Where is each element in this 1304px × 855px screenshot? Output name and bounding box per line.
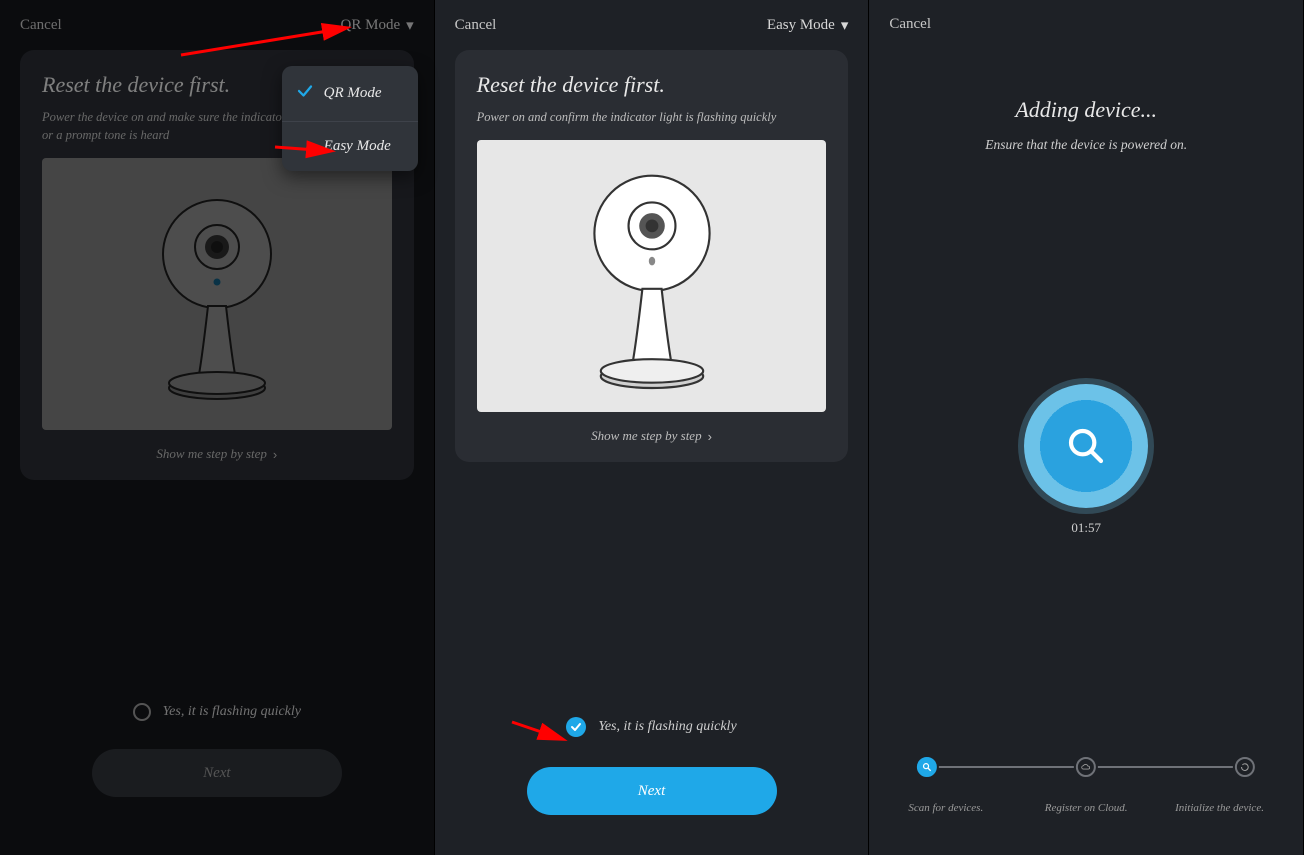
cancel-button[interactable]: Cancel: [455, 17, 497, 34]
dropdown-item-label: Easy Mode: [324, 138, 391, 155]
card-subtitle: Power on and confirm the indicator light…: [477, 108, 827, 126]
search-icon: [1066, 426, 1106, 466]
next-button-label: Next: [638, 783, 666, 800]
progress-node-register: [1076, 757, 1096, 777]
confirm-label: Yes, it is flashing quickly: [163, 704, 301, 720]
progress-node-scan: [917, 757, 937, 777]
chevron-right-icon: ›: [708, 429, 712, 444]
adding-subtitle: Ensure that the device is powered on.: [869, 137, 1303, 153]
show-steps-label: Show me step by step: [156, 446, 266, 462]
next-button[interactable]: Next: [527, 767, 777, 815]
dropdown-item-easy-mode[interactable]: Easy Mode: [282, 121, 418, 171]
mode-dropdown-button[interactable]: QR Mode ▾: [341, 16, 414, 34]
progress-line: [1098, 766, 1233, 768]
chevron-down-icon: ▾: [406, 16, 414, 34]
cancel-button[interactable]: Cancel: [889, 16, 931, 33]
scanning-indicator: [1024, 384, 1148, 508]
cloud-icon: [1081, 762, 1091, 772]
device-illustration: [42, 158, 392, 430]
reset-card: Reset the device first. Power on and con…: [455, 50, 849, 462]
confirm-label: Yes, it is flashing quickly: [598, 719, 736, 735]
device-illustration: [477, 140, 827, 412]
screen-qr-mode: Cancel QR Mode ▾ Reset the device first.…: [0, 0, 435, 855]
next-button-label: Next: [203, 765, 231, 782]
show-steps-label: Show me step by step: [591, 428, 701, 444]
progress-label-initialize: Initialize the device.: [1147, 801, 1264, 815]
confirm-row[interactable]: Yes, it is flashing quickly: [435, 717, 869, 737]
progress-node-initialize: [1235, 757, 1255, 777]
screen-adding-device: Cancel Adding device... Ensure that the …: [869, 0, 1304, 855]
progress-line: [939, 766, 1074, 768]
dropdown-item-label: QR Mode: [324, 85, 382, 102]
progress-labels: Scan for devices. Register on Cloud. Ini…: [908, 801, 1264, 815]
show-steps-link[interactable]: Show me step by step ›: [42, 446, 392, 462]
mode-dropdown-menu: QR Mode Easy Mode: [282, 66, 418, 171]
checkbox-unchecked-icon[interactable]: [133, 703, 151, 721]
check-icon: [296, 82, 314, 105]
chevron-right-icon: ›: [273, 447, 277, 462]
show-steps-link[interactable]: Show me step by step ›: [477, 428, 827, 444]
refresh-icon: [1240, 762, 1250, 772]
search-icon: [922, 762, 932, 772]
topbar: Cancel Easy Mode ▾: [435, 0, 869, 44]
topbar: Cancel QR Mode ▾: [0, 0, 434, 44]
chevron-down-icon: ▾: [841, 16, 849, 34]
screen-easy-mode: Cancel Easy Mode ▾ Reset the device firs…: [435, 0, 870, 855]
topbar: Cancel: [869, 0, 1303, 43]
confirm-row[interactable]: Yes, it is flashing quickly: [0, 703, 434, 721]
progress-label-scan: Scan for devices.: [908, 801, 1025, 815]
mode-dropdown-button[interactable]: Easy Mode ▾: [767, 16, 848, 34]
dropdown-item-qr-mode[interactable]: QR Mode: [282, 66, 418, 121]
adding-title: Adding device...: [869, 97, 1303, 123]
progress-label-register: Register on Cloud.: [1027, 801, 1144, 815]
mode-dropdown-label: Easy Mode: [767, 17, 835, 34]
adding-header: Adding device... Ensure that the device …: [869, 97, 1303, 153]
checkbox-checked-icon[interactable]: [566, 717, 586, 737]
mode-dropdown-label: QR Mode: [341, 17, 401, 34]
cancel-button[interactable]: Cancel: [20, 17, 62, 34]
progress-steps: [917, 757, 1255, 777]
countdown-timer: 01:57: [1071, 520, 1101, 536]
next-button[interactable]: Next: [92, 749, 342, 797]
card-title: Reset the device first.: [477, 72, 827, 98]
